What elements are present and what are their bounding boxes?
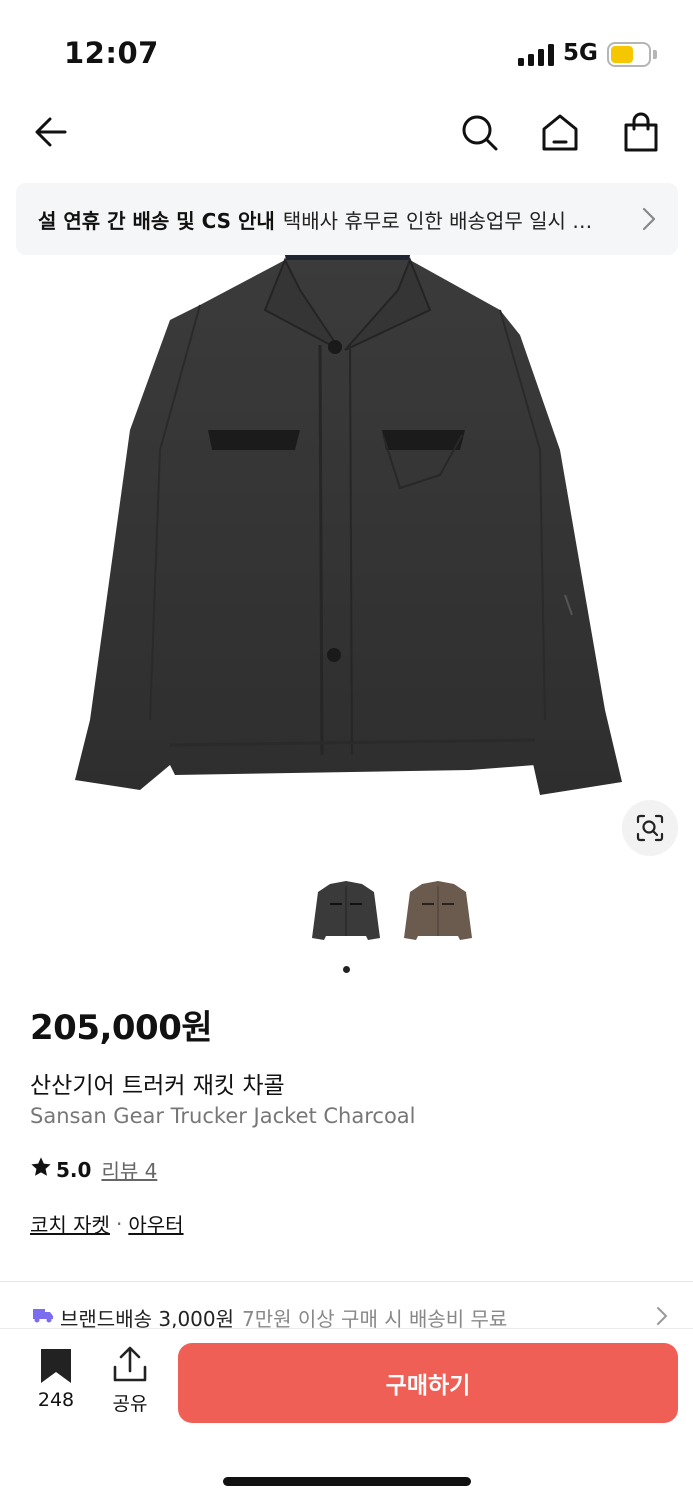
rating-row: 5.0 리뷰 4 (30, 1155, 157, 1184)
bookmark-icon (39, 1347, 73, 1389)
image-search-icon[interactable] (622, 800, 678, 856)
network-label: 5G (563, 40, 598, 66)
product-main-image[interactable] (0, 250, 693, 870)
nav-bar (0, 100, 693, 170)
thumbnail-brown[interactable] (400, 878, 476, 958)
divider (0, 1281, 693, 1282)
notice-text: 택배사 휴무로 인한 배송업무 일시 중단 안내 (282, 208, 603, 233)
notice-banner[interactable]: 설 연휴 간 배송 및 CS 안내 택배사 휴무로 인한 배송업무 일시 중단 … (16, 183, 678, 255)
truck-icon (32, 1305, 54, 1329)
review-link[interactable]: 리뷰 4 (101, 1155, 157, 1184)
product-name-english: Sansan Gear Trucker Jacket Charcoal (30, 1104, 416, 1128)
pagination-dot (343, 966, 350, 973)
notice-title: 설 연휴 간 배송 및 CS 안내 (38, 208, 275, 233)
battery-cap (653, 50, 657, 59)
chevron-right-icon (642, 207, 656, 235)
chevron-right-icon (656, 1306, 668, 1330)
share-button[interactable]: 공유 (104, 1345, 156, 1417)
save-count: 248 (37, 1389, 75, 1411)
shipping-note: 7만원 이상 구매 시 배송비 무료 (242, 1306, 508, 1331)
category-link-coach-jacket[interactable]: 코치 자켓 (30, 1209, 110, 1238)
home-indicator (223, 1477, 471, 1486)
shopping-bag-icon[interactable] (617, 108, 665, 156)
save-button[interactable]: 248 (28, 1347, 84, 1417)
status-bar: 12:07 5G (0, 0, 693, 100)
shipping-label: 브랜드배송 3,000원 (60, 1306, 235, 1331)
separator-dot: · (115, 1211, 123, 1236)
star-icon (30, 1156, 52, 1183)
arrow-left-icon[interactable] (27, 108, 75, 156)
bottom-action-bar: 248 공유 구매하기 (0, 1328, 693, 1500)
thumbnail-charcoal[interactable] (308, 878, 384, 958)
share-label: 공유 (112, 1393, 148, 1415)
search-icon[interactable] (455, 108, 503, 156)
battery-icon (607, 42, 651, 67)
shipping-info[interactable]: 브랜드배송 3,000원 7만원 이상 구매 시 배송비 무료 (32, 1304, 672, 1330)
home-icon[interactable] (536, 108, 584, 156)
rating-value: 5.0 (56, 1157, 92, 1182)
signal-icon (518, 44, 554, 66)
status-time: 12:07 (64, 36, 159, 70)
category-breadcrumb: 코치 자켓 · 아우터 (30, 1209, 184, 1238)
product-name-korean: 산산기어 트러커 재킷 차콜 (30, 1073, 285, 1099)
product-price: 205,000원 (30, 1008, 213, 1048)
share-icon (112, 1345, 148, 1387)
category-link-outer[interactable]: 아우터 (128, 1209, 183, 1238)
buy-button[interactable]: 구매하기 (178, 1343, 678, 1423)
